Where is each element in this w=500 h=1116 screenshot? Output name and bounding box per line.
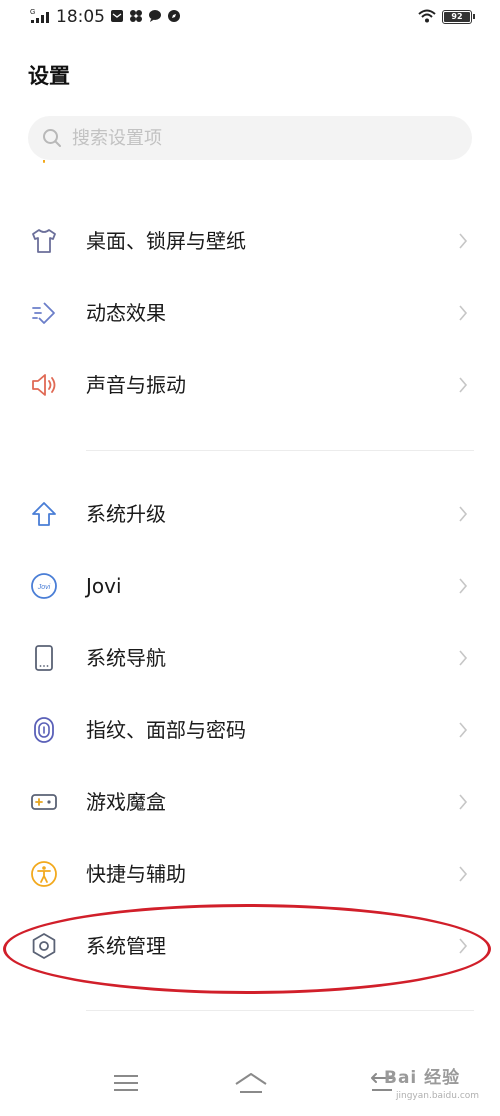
settings-item-label: 系统升级	[86, 502, 166, 526]
chevron-right-icon	[459, 938, 468, 954]
gamepad-icon	[31, 794, 57, 810]
chat-icon	[149, 10, 161, 22]
settings-item-label: 系统导航	[86, 646, 166, 670]
wifi-icon	[418, 9, 436, 23]
jovi-icon: Jovi	[31, 573, 57, 599]
fingerprint-icon	[34, 717, 54, 743]
battery-percent: 92	[451, 12, 463, 21]
chevron-right-icon	[459, 506, 468, 522]
section-divider	[86, 450, 474, 451]
settings-item-label: 指纹、面部与密码	[86, 718, 246, 742]
battery-tip	[473, 14, 475, 19]
search-input[interactable]	[72, 116, 452, 160]
message-icon	[111, 10, 123, 22]
menu-icon[interactable]	[112, 1072, 140, 1094]
battery-indicator: 92	[442, 10, 475, 24]
chevron-right-icon	[459, 866, 468, 882]
settings-item-label: 系统管理	[86, 934, 166, 958]
watermark: Bai 经验	[384, 1068, 461, 1088]
settings-item-system-management[interactable]: 系统管理	[0, 910, 500, 982]
page-title: 设置	[28, 64, 70, 88]
settings-item-label: 快捷与辅助	[86, 862, 186, 886]
sun-icon	[43, 160, 45, 163]
settings-item-label: 动态效果	[86, 301, 166, 325]
svg-text:Jovi: Jovi	[37, 584, 51, 591]
settings-item-system-navigation[interactable]: 系统导航	[0, 622, 500, 694]
chevron-right-icon	[459, 578, 468, 594]
chevron-right-icon	[459, 650, 468, 666]
settings-item-label: 桌面、锁屏与壁纸	[86, 229, 246, 253]
settings-item-label: 游戏魔盒	[86, 790, 166, 814]
chevron-right-icon	[459, 794, 468, 810]
search-bar[interactable]	[28, 116, 472, 160]
hexagon-gear-icon	[32, 933, 56, 959]
settings-item-system-upgrade[interactable]: 系统升级	[0, 478, 500, 550]
status-time: 18:05	[56, 7, 105, 27]
settings-item-desktop-lockscreen-wallpaper[interactable]: 桌面、锁屏与壁纸	[0, 205, 500, 277]
motion-diamond-icon	[32, 302, 55, 324]
tshirt-icon	[32, 229, 56, 253]
phone-nav-icon	[35, 645, 53, 671]
settings-item-label: 显示与亮度	[86, 160, 186, 186]
notification-icons	[110, 9, 181, 25]
settings-item-fingerprint-face-password[interactable]: 指纹、面部与密码	[0, 694, 500, 766]
settings-item-label: Jovi	[86, 574, 122, 598]
chevron-right-icon	[459, 377, 468, 393]
chevron-right-icon	[459, 722, 468, 738]
pinwheel-icon	[130, 10, 142, 22]
settings-list: 显示与亮度 桌面、锁屏与壁纸 动态效果 声音与振动	[0, 160, 500, 1040]
speaker-icon	[32, 374, 56, 396]
signal-icon: G	[30, 9, 49, 23]
accessibility-icon	[31, 861, 57, 887]
home-icon[interactable]	[234, 1072, 268, 1094]
settings-item-sound-vibration[interactable]: 声音与振动	[0, 349, 500, 421]
chevron-right-icon	[459, 305, 468, 321]
network-type: G	[30, 9, 35, 16]
search-icon	[43, 129, 61, 147]
watermark-url: jingyan.baidu.com	[396, 1091, 480, 1101]
chevron-right-icon	[459, 233, 468, 249]
compass-icon	[168, 10, 180, 22]
status-bar: G 18:05 92	[0, 0, 500, 38]
settings-item-label: 声音与振动	[86, 373, 186, 397]
settings-item-shortcuts-accessibility[interactable]: 快捷与辅助	[0, 838, 500, 910]
settings-item-motion-effects[interactable]: 动态效果	[0, 277, 500, 349]
section-divider	[86, 1010, 474, 1011]
upgrade-arrow-icon	[32, 502, 56, 526]
settings-item-game-box[interactable]: 游戏魔盒	[0, 766, 500, 838]
settings-item-display[interactable]: 显示与亮度	[0, 160, 500, 186]
settings-item-jovi[interactable]: Jovi Jovi	[0, 550, 500, 622]
